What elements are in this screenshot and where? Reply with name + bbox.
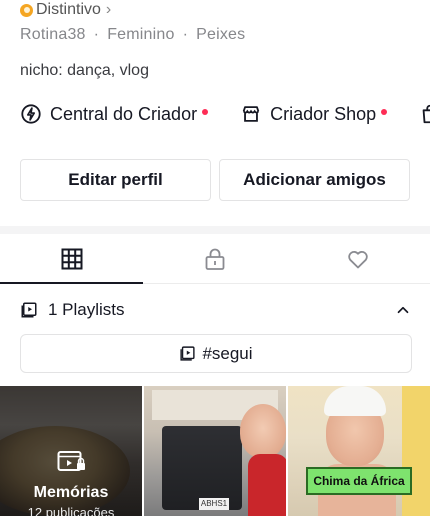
tab-private[interactable] — [143, 234, 286, 283]
playlist-icon — [180, 346, 196, 361]
tab-liked[interactable] — [287, 234, 430, 283]
profile-meta: Rotina38 · Feminino · Peixes — [20, 26, 245, 44]
notification-dot — [202, 109, 209, 115]
baby-image — [240, 404, 286, 458]
badge-label: Distintivo — [36, 1, 101, 18]
playlist-icon — [21, 302, 37, 318]
badge-icon — [20, 3, 33, 17]
chevron-right-icon: › — [105, 1, 112, 18]
creator-center-label: Central do Criador — [50, 103, 198, 124]
shop-icon — [242, 106, 260, 122]
memories-subtitle: 12 publicações — [27, 505, 115, 516]
video-grid: Memórias 12 publicações ABHS1 Chima da Á… — [0, 386, 430, 516]
playlists-header[interactable]: 1 Playlists — [20, 296, 412, 324]
add-friends-button[interactable]: Adicionar amigos — [219, 159, 410, 201]
creator-center-button[interactable]: Central do Criador — [20, 103, 209, 125]
shopping-bag-button[interactable] — [419, 103, 430, 125]
playlists-count: 1 Playlists — [48, 300, 125, 319]
memories-title: Memórias — [33, 484, 109, 501]
video-caption: Chima da África — [306, 467, 412, 495]
creator-shop-button[interactable]: Criador Shop — [240, 103, 388, 125]
section-divider — [0, 226, 430, 234]
meta-username: Rotina38 — [20, 26, 86, 43]
lock-icon — [205, 248, 225, 270]
memories-icon — [57, 451, 85, 471]
video-thumbnail[interactable]: ABHS1 — [144, 386, 286, 516]
edit-profile-button[interactable]: Editar perfil — [20, 159, 211, 201]
memories-tile[interactable]: Memórias 12 publicações — [0, 386, 142, 516]
profile-bio: nicho: dança, vlog — [20, 62, 149, 79]
tab-videos[interactable] — [0, 234, 144, 284]
video-thumbnail[interactable]: Chima da África — [288, 386, 430, 516]
creator-shop-label: Criador Shop — [270, 103, 377, 124]
profile-tabs — [0, 234, 430, 284]
meta-sign: Peixes — [196, 26, 246, 43]
heart-icon — [348, 250, 369, 268]
chevron-up-icon[interactable] — [394, 301, 412, 319]
playlist-name: #segui — [202, 343, 253, 363]
license-plate-text: ABHS1 — [199, 498, 229, 510]
playlist-item[interactable]: #segui — [20, 334, 412, 373]
grid-icon — [61, 248, 83, 269]
creator-center-icon — [21, 104, 41, 124]
meta-gender: Feminino — [107, 26, 175, 43]
shopping-bag-icon — [422, 104, 430, 124]
badge-link[interactable]: Distintivo › — [20, 0, 111, 20]
notification-dot — [381, 109, 388, 115]
creator-tools-row: Central do Criador Criador Shop — [20, 100, 430, 128]
meta-separator: · — [182, 26, 189, 43]
meta-separator: · — [93, 26, 100, 43]
